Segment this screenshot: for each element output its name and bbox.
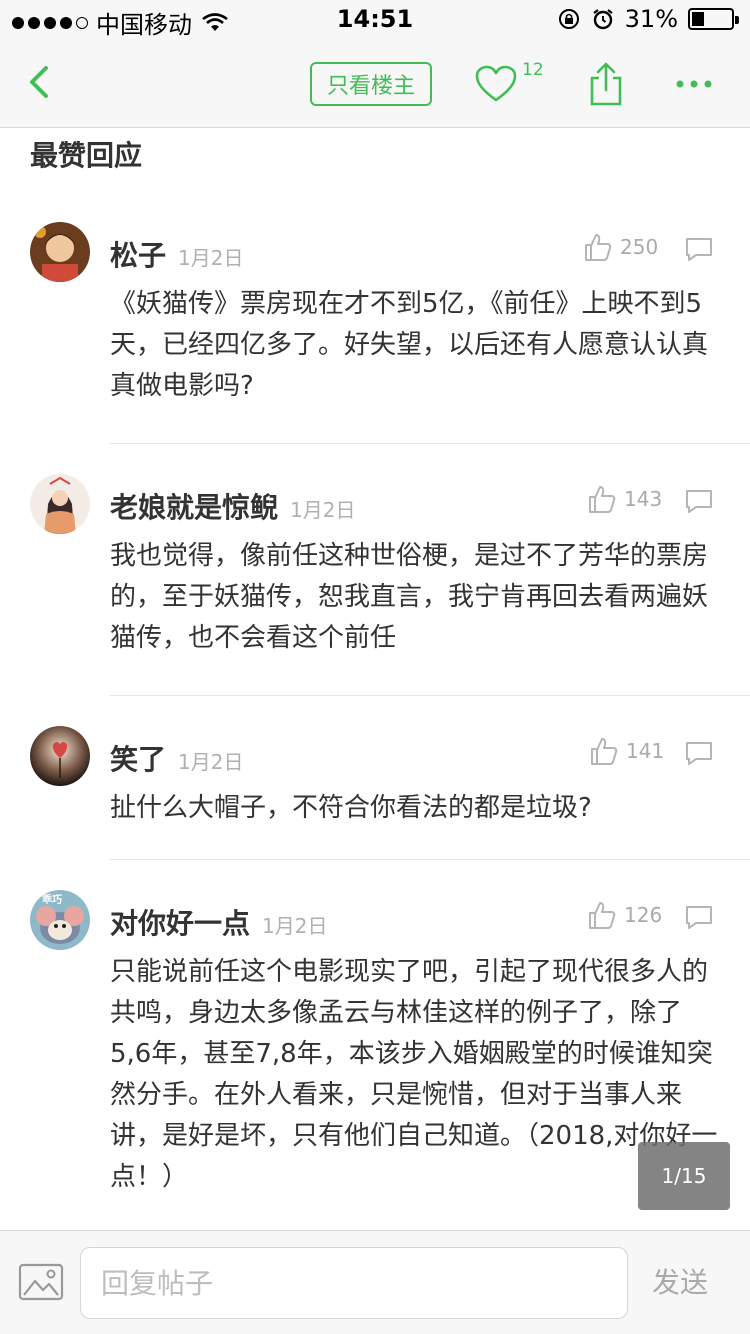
like-count: 12 — [522, 60, 544, 80]
thumb-up-icon — [591, 738, 618, 765]
section-title: 最赞回应 — [30, 139, 143, 172]
thumb-up-icon — [589, 486, 616, 513]
battery-fill — [692, 12, 704, 26]
comment-text: 只能说前任这个电影现实了吧，引起了现代很多人的共鸣，身边太多像孟云与林佳这样的例… — [110, 957, 718, 1192]
comment-text: 我也觉得，像前任这种世俗梗，是过不了芳华的票房的，至于妖猫传，恕我直言，我宁肯再… — [110, 541, 709, 653]
comment-author[interactable]: 笑了 1月2日 — [110, 738, 243, 778]
author-name: 松子 — [110, 239, 167, 272]
op-only-button[interactable]: 只看楼主 — [310, 62, 432, 106]
avatar[interactable]: 乖巧 — [30, 890, 90, 950]
bottom-reply-bar: 发送 — [0, 1230, 750, 1334]
like-count: 143 — [624, 487, 663, 511]
comment-date: 1月2日 — [178, 246, 244, 270]
divider — [110, 695, 750, 696]
reply-bubble-icon[interactable] — [684, 740, 714, 766]
thumb-up-icon — [589, 902, 616, 929]
comment-date: 1月2日 — [178, 750, 244, 774]
reply-bubble-icon[interactable] — [684, 236, 714, 262]
back-icon[interactable] — [22, 60, 62, 104]
comment-author[interactable]: 老娘就是惊鲵 1月2日 — [110, 486, 355, 526]
like-count: 141 — [626, 739, 665, 763]
alarm-icon — [592, 9, 613, 30]
comment-like-button[interactable]: 143 — [588, 484, 662, 514]
avatar[interactable] — [30, 726, 90, 786]
status-bar-right: 31% — [557, 5, 739, 33]
like-count: 126 — [624, 903, 663, 927]
comment-date: 1月2日 — [290, 498, 356, 522]
thumb-up-icon — [585, 234, 612, 261]
page-indicator[interactable]: 1/15 — [638, 1142, 730, 1210]
status-bar: 中国移动 14:51 31% — [0, 0, 750, 40]
image-icon[interactable] — [18, 1263, 64, 1301]
nav-bar: 只看楼主 12 — [0, 40, 750, 128]
comment-like-button[interactable]: 141 — [590, 736, 664, 766]
share-icon[interactable] — [586, 60, 626, 108]
reply-bubble-icon[interactable] — [684, 904, 714, 930]
comment-author[interactable]: 对你好一点 1月2日 — [110, 902, 327, 942]
comment-like-button[interactable]: 126 — [588, 900, 662, 930]
comment-author[interactable]: 松子 1月2日 — [110, 234, 243, 274]
author-name: 笑了 — [110, 743, 167, 776]
reply-bubble-icon[interactable] — [684, 488, 714, 514]
comment-text: 《妖猫传》票房现在才不到5亿，《前任》上映不到5天，已经四亿多了。好失望，以后还… — [110, 289, 709, 401]
reply-input[interactable] — [80, 1247, 628, 1319]
heart-icon[interactable] — [474, 64, 518, 104]
avatar-text: 乖巧 — [42, 893, 62, 906]
send-button[interactable]: 发送 — [652, 1261, 708, 1301]
lock-rotation-icon — [558, 9, 579, 29]
avatar[interactable] — [30, 474, 90, 534]
divider — [110, 443, 750, 444]
battery-icon — [688, 8, 739, 30]
comment-date: 1月2日 — [262, 914, 328, 938]
avatar[interactable] — [30, 222, 90, 282]
comment-like-button[interactable]: 250 — [584, 232, 658, 262]
author-name: 对你好一点 — [110, 907, 251, 940]
comment-text: 扯什么大帽子，不符合你看法的都是垃圾? — [110, 793, 592, 823]
divider — [110, 859, 750, 860]
author-name: 老娘就是惊鲵 — [110, 491, 279, 524]
like-count: 250 — [620, 235, 659, 259]
more-icon[interactable] — [674, 70, 714, 98]
battery-percent: 31% — [624, 5, 678, 33]
